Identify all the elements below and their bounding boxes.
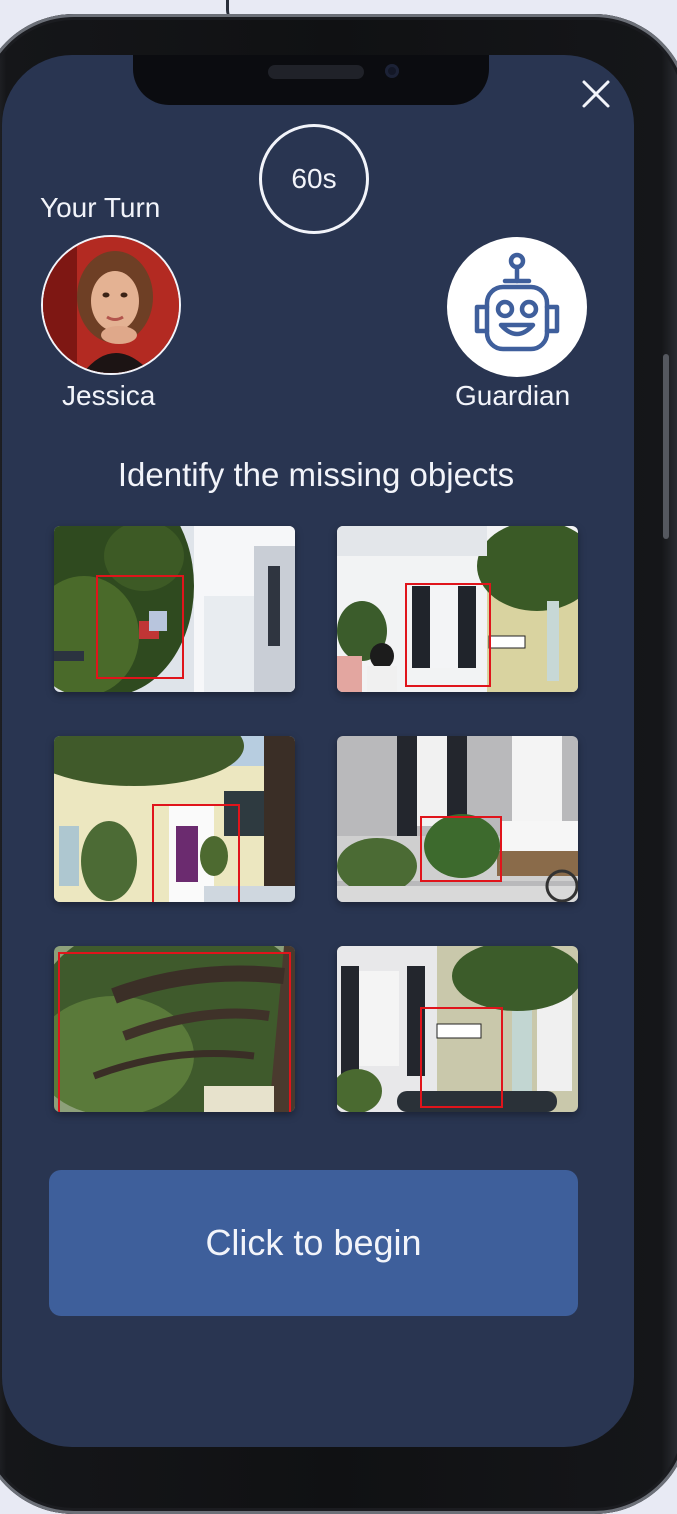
front-camera — [385, 64, 399, 78]
target-marker — [420, 1007, 503, 1108]
speaker-grille — [268, 65, 364, 79]
player-avatar — [41, 235, 181, 375]
target-marker — [96, 575, 184, 679]
image-tile[interactable] — [337, 526, 578, 692]
opponent-avatar — [447, 237, 587, 377]
close-icon — [582, 80, 610, 108]
opponent-name: Guardian — [455, 380, 571, 411]
player-name: Jessica — [62, 380, 156, 411]
robot-icon — [474, 252, 560, 352]
image-tile[interactable] — [54, 526, 295, 692]
image-tile[interactable] — [54, 736, 295, 902]
image-tile[interactable] — [54, 946, 295, 1112]
side-button — [663, 354, 669, 539]
image-tile[interactable] — [337, 946, 578, 1112]
image-tile[interactable] — [337, 736, 578, 902]
target-marker — [152, 804, 240, 902]
countdown-timer: 60s — [259, 124, 369, 234]
user-photo-icon — [43, 237, 179, 373]
target-marker — [58, 952, 291, 1112]
target-marker — [405, 583, 491, 687]
target-marker — [420, 816, 502, 882]
turn-label: Your Turn — [40, 192, 161, 223]
challenge-prompt: Identify the missing objects — [117, 456, 515, 493]
close-button[interactable] — [578, 76, 614, 112]
begin-button[interactable]: Click to begin — [49, 1170, 578, 1316]
phone-notch — [133, 55, 489, 105]
